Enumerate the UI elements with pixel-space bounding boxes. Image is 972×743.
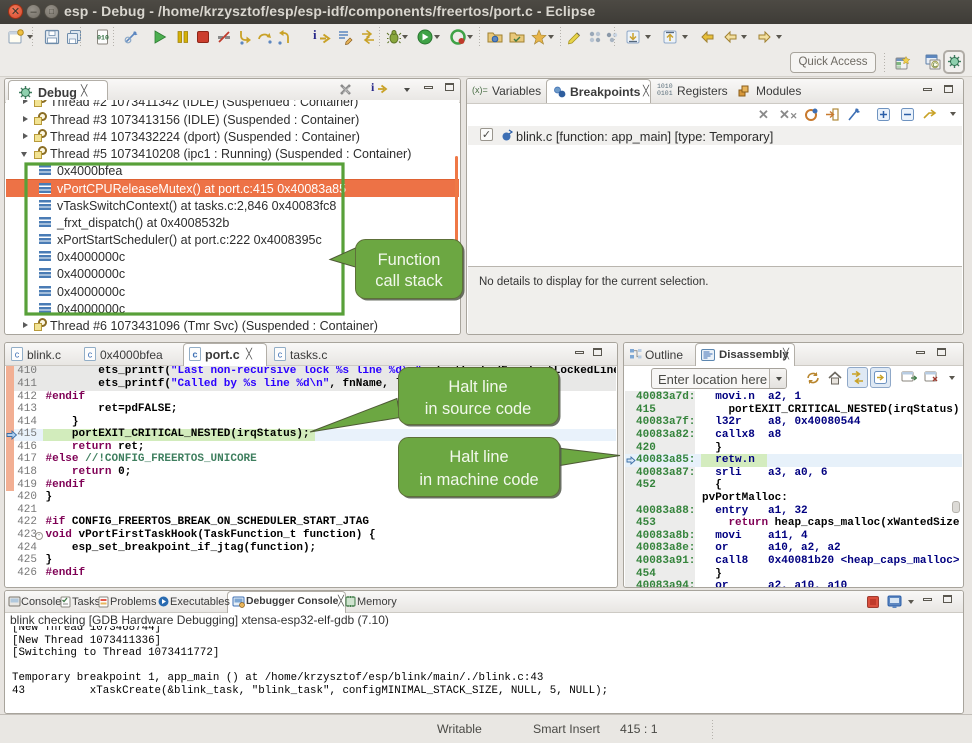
svg-text:c: c (15, 350, 20, 360)
svg-text:010: 010 (97, 35, 109, 42)
svg-text:c: c (192, 350, 197, 360)
svg-text:c: c (88, 350, 93, 360)
svg-text:C: C (933, 62, 938, 69)
svg-text:c: c (278, 350, 283, 360)
